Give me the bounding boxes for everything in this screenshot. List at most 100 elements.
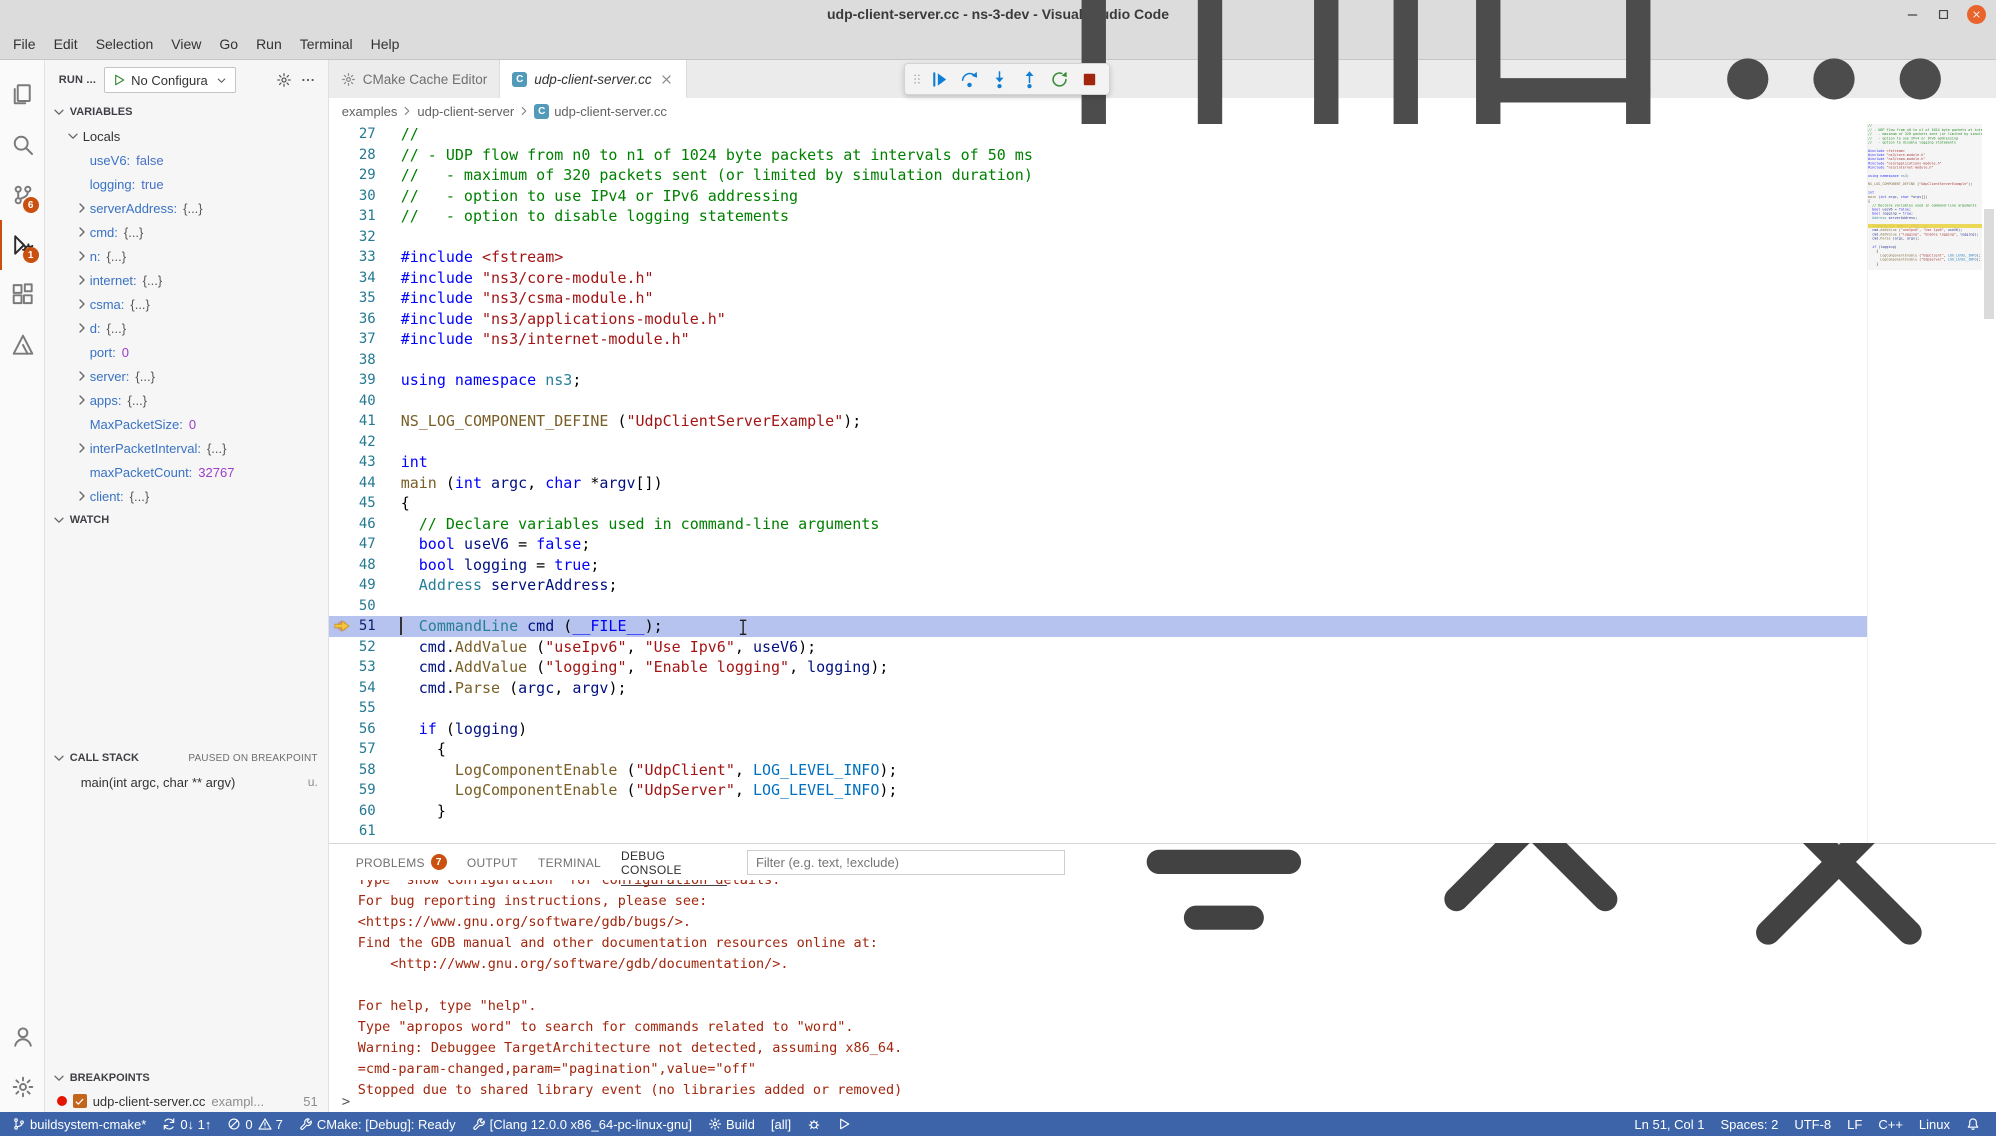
close-icon[interactable]: [659, 72, 674, 87]
minimize-button[interactable]: [1905, 7, 1920, 22]
editor-scrollbar[interactable]: [1982, 124, 1996, 843]
code-line[interactable]: 43int: [329, 452, 1867, 473]
status-git-sync[interactable]: 0↓ 1↑: [154, 1112, 219, 1136]
line-number[interactable]: 47: [329, 534, 401, 555]
debug-console-output[interactable]: Type "show configuration" for configurat…: [329, 880, 1996, 1112]
step-over-button[interactable]: [957, 66, 983, 92]
code-line[interactable]: 48 bool logging = true;: [329, 555, 1867, 576]
status-os-label[interactable]: Linux: [1911, 1112, 1958, 1136]
code-line[interactable]: 42: [329, 432, 1867, 453]
code-line[interactable]: 61: [329, 821, 1867, 842]
line-number[interactable]: 60: [329, 801, 401, 822]
code-line[interactable]: 58 LogComponentEnable ("UdpClient", LOG_…: [329, 760, 1867, 781]
menu-terminal[interactable]: Terminal: [291, 32, 362, 56]
code-line[interactable]: 41NS_LOG_COMPONENT_DEFINE ("UdpClientSer…: [329, 411, 1867, 432]
line-number[interactable]: 44: [329, 473, 401, 494]
variable-row[interactable]: client:{...}: [45, 484, 328, 508]
variables-header[interactable]: VARIABLES: [45, 100, 328, 124]
variable-row[interactable]: useV6:false: [45, 148, 328, 172]
gear-icon[interactable]: [276, 72, 292, 88]
minimap[interactable]: //// - UDP flow from n0 to n1 of 1024 by…: [1867, 124, 1982, 843]
status-notifications[interactable]: [1958, 1112, 1988, 1136]
code-line[interactable]: 27//: [329, 124, 1867, 145]
line-number[interactable]: 39: [329, 370, 401, 391]
activity-explorer[interactable]: [0, 70, 44, 120]
line-number[interactable]: 32: [329, 227, 401, 248]
code-line[interactable]: 60 }: [329, 801, 1867, 822]
activity-extensions[interactable]: [0, 270, 44, 320]
breadcrumb-item[interactable]: Cudp-client-server.cc: [534, 104, 667, 119]
line-number[interactable]: 46: [329, 514, 401, 535]
line-number[interactable]: 42: [329, 432, 401, 453]
panel-tab-debug-console[interactable]: DEBUG CONSOLE: [621, 844, 727, 880]
line-number[interactable]: 61: [329, 821, 401, 842]
tab-udp-client-server-cc[interactable]: Cudp-client-server.cc: [500, 60, 686, 98]
tab-cmake-cache-editor[interactable]: CMake Cache Editor: [329, 60, 501, 98]
line-number[interactable]: 49: [329, 575, 401, 596]
restart-button[interactable]: [1047, 66, 1073, 92]
scrollbar-thumb[interactable]: [1984, 209, 1994, 319]
code-line[interactable]: 40: [329, 391, 1867, 412]
code-line[interactable]: 53 cmd.AddValue ("logging", "Enable logg…: [329, 657, 1867, 678]
line-number[interactable]: 27: [329, 124, 401, 145]
code-editor[interactable]: 27//28// - UDP flow from n0 to n1 of 102…: [329, 124, 1867, 843]
code-line[interactable]: 52 cmd.AddValue ("useIpv6", "Use Ipv6", …: [329, 637, 1867, 658]
code-line[interactable]: 38: [329, 350, 1867, 371]
line-number[interactable]: 56: [329, 719, 401, 740]
line-number[interactable]: 33: [329, 247, 401, 268]
code-line[interactable]: 54 cmd.Parse (argc, argv);: [329, 678, 1867, 699]
line-number[interactable]: 38: [329, 350, 401, 371]
status-cmake-build[interactable]: Build: [700, 1112, 763, 1136]
line-number[interactable]: 48: [329, 555, 401, 576]
variable-row[interactable]: interPacketInterval:{...}: [45, 436, 328, 460]
variable-row[interactable]: n:{...}: [45, 244, 328, 268]
activity-accounts[interactable]: [0, 1012, 44, 1062]
menu-help[interactable]: Help: [362, 32, 409, 56]
line-number[interactable]: 31: [329, 206, 401, 227]
code-line[interactable]: 47 bool useV6 = false;: [329, 534, 1867, 555]
status-git-branch[interactable]: buildsystem-cmake*: [4, 1112, 154, 1136]
line-number[interactable]: 29: [329, 165, 401, 186]
code-line[interactable]: 45{: [329, 493, 1867, 514]
activity-search[interactable]: [0, 120, 44, 170]
line-number[interactable]: 52: [329, 637, 401, 658]
code-line[interactable]: 55: [329, 698, 1867, 719]
debug-config-dropdown[interactable]: No Configura: [104, 67, 236, 93]
continue-button[interactable]: [927, 66, 953, 92]
variable-row[interactable]: csma:{...}: [45, 292, 328, 316]
code-line[interactable]: 35#include "ns3/csma-module.h": [329, 288, 1867, 309]
variable-row[interactable]: server:{...}: [45, 364, 328, 388]
variable-row[interactable]: d:{...}: [45, 316, 328, 340]
status-cmake-launch[interactable]: [829, 1112, 859, 1136]
line-number[interactable]: 45: [329, 493, 401, 514]
menu-view[interactable]: View: [162, 32, 210, 56]
line-number[interactable]: 36: [329, 309, 401, 330]
variable-row[interactable]: cmd:{...}: [45, 220, 328, 244]
menu-selection[interactable]: Selection: [87, 32, 163, 56]
code-line[interactable]: 57 {: [329, 739, 1867, 760]
code-line[interactable]: 59 LogComponentEnable ("UdpServer", LOG_…: [329, 780, 1867, 801]
status-encoding[interactable]: UTF-8: [1786, 1112, 1839, 1136]
breakpoint-checkbox[interactable]: [73, 1094, 87, 1108]
line-number[interactable]: 41: [329, 411, 401, 432]
variable-scope[interactable]: Locals: [45, 124, 328, 148]
code-line[interactable]: 44main (int argc, char *argv[]): [329, 473, 1867, 494]
code-line[interactable]: 50: [329, 596, 1867, 617]
breakpoints-header[interactable]: BREAKPOINTS: [45, 1066, 328, 1090]
stop-button[interactable]: [1077, 66, 1103, 92]
code-line[interactable]: 32: [329, 227, 1867, 248]
status-language-mode[interactable]: C++: [1870, 1112, 1911, 1136]
line-number[interactable]: 54: [329, 678, 401, 699]
menu-go[interactable]: Go: [210, 32, 247, 56]
line-number[interactable]: 30: [329, 186, 401, 207]
variable-row[interactable]: MaxPacketSize:0: [45, 412, 328, 436]
activity-manage[interactable]: [0, 1062, 44, 1112]
status-problems[interactable]: 07: [219, 1112, 290, 1136]
line-number[interactable]: 50: [329, 596, 401, 617]
code-line[interactable]: 29// - maximum of 320 packets sent (or l…: [329, 165, 1867, 186]
code-line[interactable]: 30// - option to use IPv4 or IPv6 addres…: [329, 186, 1867, 207]
breadcrumb-item[interactable]: examples: [342, 104, 398, 119]
line-number[interactable]: 28: [329, 145, 401, 166]
panel-tab-terminal[interactable]: TERMINAL: [538, 844, 601, 880]
status-indentation[interactable]: Spaces: 2: [1713, 1112, 1787, 1136]
